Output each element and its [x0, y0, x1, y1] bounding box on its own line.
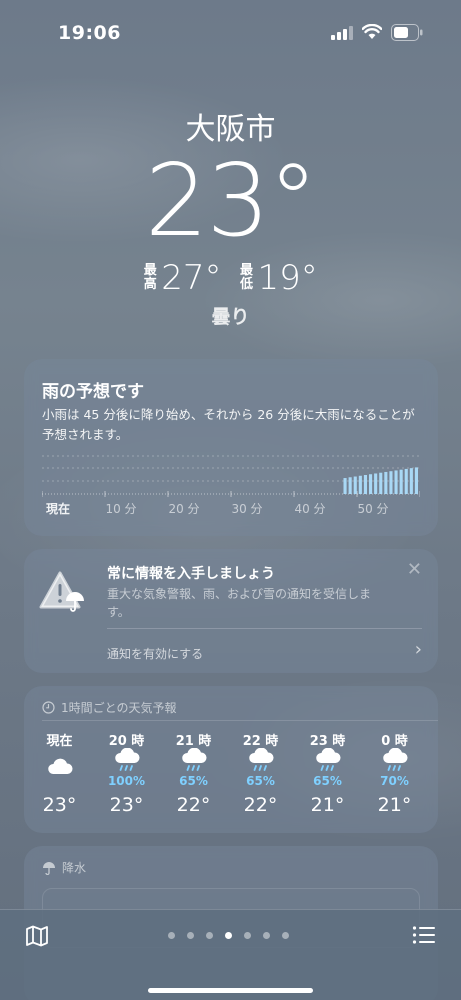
- rain-bar: [414, 467, 418, 494]
- clock-icon: [42, 701, 55, 714]
- page-dot[interactable]: [206, 932, 213, 939]
- hour-temperature: 21°: [310, 794, 345, 816]
- hour-column: 21 時 65% 22°: [160, 730, 227, 830]
- page-dot[interactable]: [263, 932, 270, 939]
- page-dot[interactable]: [187, 932, 194, 939]
- rain-card-title: 雨の予想です: [42, 382, 144, 402]
- divider: [107, 628, 422, 629]
- page-indicator[interactable]: [168, 932, 289, 939]
- umbrella-icon: [43, 861, 55, 875]
- rain-bar: [389, 471, 393, 494]
- hour-column: 22 時 65% 22°: [227, 730, 294, 830]
- hourly-header-label: 1時間ごとの天気予報: [61, 701, 177, 715]
- high-low: 最高 27° 最低 19°: [0, 258, 461, 298]
- hourly-forecast-card[interactable]: 1時間ごとの天気予報 現在 23° 20 時 100% 23° 21 時 65% 22° 22 …: [24, 686, 438, 833]
- divider: [42, 720, 438, 721]
- hour-temperature: 22°: [243, 794, 278, 816]
- page-dot[interactable]: [168, 932, 175, 939]
- rain-bar: [409, 468, 413, 494]
- hour-label: 20 時: [108, 734, 145, 749]
- precip-probability: 65%: [179, 774, 208, 788]
- high-temp: 27°: [161, 258, 222, 298]
- rain-bar: [384, 471, 388, 494]
- rain-bar: [353, 476, 357, 494]
- enable-notifications-button[interactable]: 通知を有効にする: [107, 645, 203, 662]
- hourly-row[interactable]: 現在 23° 20 時 100% 23° 21 時 65% 22° 22 時 65% 22° 23 時…: [24, 730, 438, 830]
- chart-axis-label: 20 分: [168, 502, 199, 516]
- battery-icon: [391, 24, 423, 41]
- current-temperature: 23°: [144, 142, 318, 259]
- list-icon[interactable]: [412, 925, 436, 945]
- chart-axis-label: 50 分: [357, 502, 388, 516]
- precip-probability: 65%: [313, 774, 342, 788]
- page-dot[interactable]: [244, 932, 251, 939]
- hour-label: 0 時: [381, 734, 408, 749]
- signal-icon: [331, 26, 353, 40]
- rain-icon: [113, 747, 141, 774]
- status-time: 19:06: [58, 22, 121, 44]
- rain-bar: [343, 478, 347, 494]
- rain-bar: [399, 469, 403, 494]
- rain-icon: [180, 747, 208, 774]
- rain-bar: [348, 477, 352, 494]
- rain-icon: [247, 747, 275, 774]
- low-label: 最低: [239, 263, 253, 292]
- precip-probability: 100%: [107, 774, 146, 788]
- rain-icon: [381, 747, 409, 774]
- weather-condition: 曇り: [211, 306, 250, 328]
- hour-column: 20 時 100% 23°: [93, 730, 160, 830]
- alert-title: 常に情報を入手しましょう: [107, 566, 275, 582]
- hour-label: 現在: [46, 734, 73, 749]
- low-temp-group: 最低 19°: [240, 258, 318, 298]
- precip-header: 降水: [42, 859, 86, 876]
- hour-temperature: 23°: [109, 794, 144, 816]
- page-dot[interactable]: [225, 932, 232, 939]
- hourly-header: 1時間ごとの天気予報: [42, 699, 177, 716]
- rain-bar: [404, 468, 408, 494]
- rain-forecast-card[interactable]: 雨の予想です 小雨は 45 分後に降り始め、それから 26 分後に大雨になること…: [24, 359, 438, 536]
- chart-axis-label: 10 分: [105, 502, 136, 516]
- rain-minute-chart: 現在 10 分 20 分 30 分 40 分 50 分: [42, 455, 420, 516]
- chart-axis-label: 現在: [46, 501, 70, 516]
- hour-column: 0 時 70% 21°: [361, 730, 428, 830]
- hour-label: 23 時: [309, 734, 346, 749]
- low-temp: 19°: [257, 258, 318, 298]
- chart-axis-label: 40 分: [294, 502, 325, 516]
- hour-temperature: 22°: [176, 794, 211, 816]
- precip-header-label: 降水: [62, 861, 87, 875]
- home-indicator[interactable]: [148, 988, 313, 993]
- precip-probability: 65%: [246, 774, 275, 788]
- hour-label: 22 時: [242, 734, 279, 749]
- rain-bar: [363, 475, 367, 494]
- rain-icon: [314, 747, 342, 774]
- rain-bar: [374, 473, 378, 494]
- hour-label: 21 時: [175, 734, 212, 749]
- bottom-toolbar: [0, 909, 461, 1000]
- rain-bar: [369, 474, 373, 494]
- hour-column: 現在 23°: [26, 730, 93, 830]
- wifi-icon: [362, 24, 382, 39]
- hour-temperature: 23°: [42, 794, 77, 816]
- chevron-right-icon[interactable]: ›: [415, 639, 422, 660]
- hour-column: 23 時 65% 21°: [294, 730, 361, 830]
- cloud-icon: [46, 754, 74, 780]
- rain-bar: [358, 475, 362, 494]
- hour-temperature: 21°: [377, 794, 412, 816]
- high-label: 最高: [143, 263, 157, 292]
- page-dot[interactable]: [282, 932, 289, 939]
- notification-prompt-card: 常に情報を入手しましょう 重大な気象警報、雨、および雪の通知を受信します。 ✕ …: [24, 549, 438, 673]
- rain-bar: [394, 470, 398, 494]
- warning-umbrella-icon: [39, 571, 84, 612]
- precip-probability: 70%: [380, 774, 409, 788]
- high-temp-group: 最高 27°: [143, 258, 222, 298]
- map-icon[interactable]: [25, 925, 49, 947]
- close-icon[interactable]: ✕: [407, 559, 422, 580]
- rain-bar: [379, 472, 383, 494]
- rain-card-description: 小雨は 45 分後に降り始め、それから 26 分後に大雨になることが予想されます…: [42, 407, 415, 442]
- alert-description: 重大な気象警報、雨、および雪の通知を受信します。: [107, 587, 372, 619]
- chart-axis-label: 30 分: [231, 502, 262, 516]
- status-bar: 19:06: [0, 0, 461, 60]
